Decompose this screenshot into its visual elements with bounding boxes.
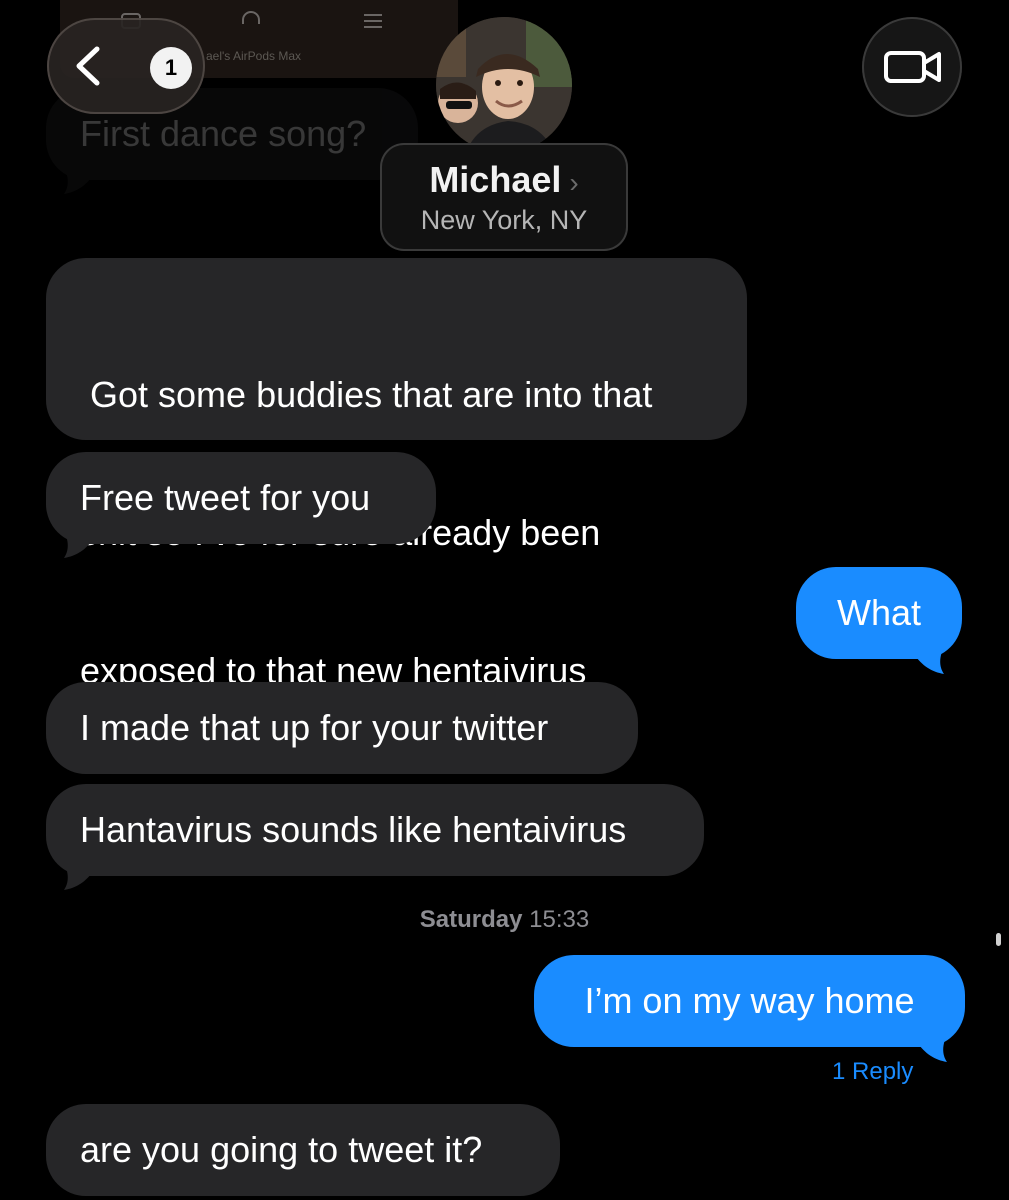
bubble-tail (64, 530, 94, 558)
chevron-left-icon (76, 46, 100, 86)
chevron-right-icon: › (569, 167, 579, 198)
scroll-indicator[interactable] (996, 933, 1001, 946)
message-text: Hantavirus sounds like hentaivirus (80, 809, 627, 850)
contact-avatar[interactable] (436, 17, 572, 153)
timestamp-time: 15:33 (529, 906, 590, 933)
bubble-tail (64, 166, 94, 194)
bubble-tail (914, 646, 944, 674)
bubble-tail (917, 1034, 947, 1062)
message-bubble-outgoing[interactable]: I’m on my way home (534, 955, 965, 1047)
message-text: I made that up for your twitter (80, 707, 549, 748)
message-bubble-incoming[interactable]: Got some buddies that are into that shit… (46, 258, 747, 691)
contact-photo (436, 17, 572, 153)
video-camera-icon (884, 51, 941, 83)
bubble-tail (64, 862, 94, 890)
conversation-timestamp: Saturday 15:33 (0, 906, 1009, 934)
facetime-video-button[interactable] (862, 17, 962, 117)
message-text: What (836, 592, 922, 633)
message-text: are you going to tweet it? (80, 1129, 483, 1170)
message-text: First dance song? (80, 113, 367, 154)
list-icon (364, 14, 382, 28)
imessage-conversation: ael's AirPods Max First dance song? Got … (0, 0, 1009, 1200)
message-bubble-incoming[interactable]: I made that up for your twitter (46, 682, 638, 774)
message-bubble-incoming[interactable]: Hantavirus sounds like hentaivirus (46, 784, 704, 876)
message-line: Got some buddies that are into that (80, 374, 653, 415)
thread-reply-link[interactable]: 1 Reply (832, 1058, 913, 1086)
airpods-icon (242, 11, 260, 24)
timestamp-day: Saturday (419, 906, 523, 933)
contact-location: New York, NY (420, 205, 588, 235)
now-playing-device: ael's AirPods Max (206, 49, 301, 63)
contact-name: Michael (429, 159, 562, 200)
back-button[interactable]: 1 (47, 18, 205, 114)
contact-info-button[interactable]: Michael › New York, NY (380, 143, 628, 251)
message-bubble-incoming[interactable]: Free tweet for you (46, 452, 436, 544)
unread-count-badge: 1 (150, 47, 192, 89)
message-text: I’m on my way home (584, 980, 915, 1021)
message-text: Free tweet for you (80, 477, 371, 518)
contact-name-row: Michael › (380, 159, 628, 201)
message-bubble-incoming[interactable]: are you going to tweet it? (46, 1104, 560, 1196)
